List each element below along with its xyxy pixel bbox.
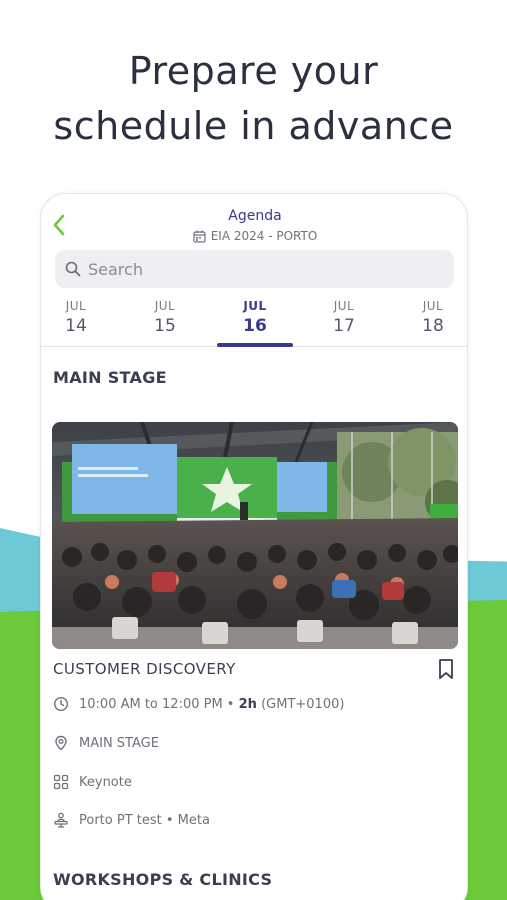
- date-day: 16: [243, 316, 267, 336]
- calendar-icon: [193, 230, 206, 243]
- session-timezone: (GMT+0100): [261, 696, 345, 712]
- location-pin-icon: [53, 735, 69, 751]
- date-tab-jul-15[interactable]: JUL 15: [127, 299, 203, 336]
- session-photo[interactable]: [52, 422, 458, 649]
- section-title-workshops: WORKSHOPS & CLINICS: [53, 870, 273, 889]
- headline-line-1: Prepare your: [128, 49, 379, 93]
- search-icon: [65, 261, 81, 277]
- conference-hall-image: [52, 422, 458, 649]
- phone-screen: Agenda EIA 2024 - PORTO JUL 14 JUL 15: [40, 193, 468, 900]
- date-tab-jul-16[interactable]: JUL 16: [217, 299, 293, 336]
- date-day: 18: [422, 316, 444, 336]
- date-selector: JUL 14 JUL 15 JUL 16 JUL 17 JUL 18: [41, 299, 467, 347]
- session-duration: 2h: [238, 696, 257, 712]
- search-bar[interactable]: [55, 250, 454, 288]
- bookmark-icon: [439, 659, 453, 679]
- headline: Prepare your schedule in advance: [0, 44, 507, 154]
- date-month: JUL: [333, 299, 355, 313]
- session-location-row: MAIN STAGE: [53, 735, 159, 751]
- date-tab-jul-17[interactable]: JUL 17: [306, 299, 382, 336]
- date-day: 14: [65, 316, 87, 336]
- date-month: JUL: [65, 299, 87, 313]
- session-title[interactable]: CUSTOMER DISCOVERY: [53, 660, 236, 678]
- date-tab-jul-18[interactable]: JUL 18: [395, 299, 467, 336]
- session-location: MAIN STAGE: [79, 735, 159, 751]
- date-day: 15: [154, 316, 176, 336]
- search-input[interactable]: [88, 259, 418, 279]
- date-tab-jul-14[interactable]: JUL 14: [41, 299, 114, 336]
- person-stand-icon: [53, 812, 69, 828]
- session-time: 10:00 AM to 12:00 PM • 2h (GMT+0100): [79, 697, 344, 712]
- session-speakers-row: Porto PT test • Meta: [53, 812, 210, 828]
- page-title: Agenda: [228, 208, 282, 224]
- section-title-main-stage: MAIN STAGE: [53, 368, 167, 387]
- date-month: JUL: [154, 299, 176, 313]
- date-month: JUL: [422, 299, 444, 313]
- session-time-range: 10:00 AM to 12:00 PM •: [79, 696, 235, 712]
- event-subtitle-text: EIA 2024 - PORTO: [210, 229, 318, 243]
- grid-icon: [53, 774, 69, 790]
- session-type: Keynote: [79, 774, 132, 790]
- clock-icon: [53, 696, 69, 712]
- date-day: 17: [333, 316, 355, 336]
- session-time-row: 10:00 AM to 12:00 PM • 2h (GMT+0100): [53, 696, 344, 712]
- active-date-indicator: [217, 343, 293, 347]
- session-speakers: Porto PT test • Meta: [79, 812, 210, 828]
- headline-line-2: schedule in advance: [53, 104, 454, 148]
- session-type-row: Keynote: [53, 774, 132, 790]
- bookmark-button[interactable]: [436, 658, 456, 680]
- date-month: JUL: [243, 299, 267, 313]
- event-subtitle: EIA 2024 - PORTO: [41, 229, 467, 243]
